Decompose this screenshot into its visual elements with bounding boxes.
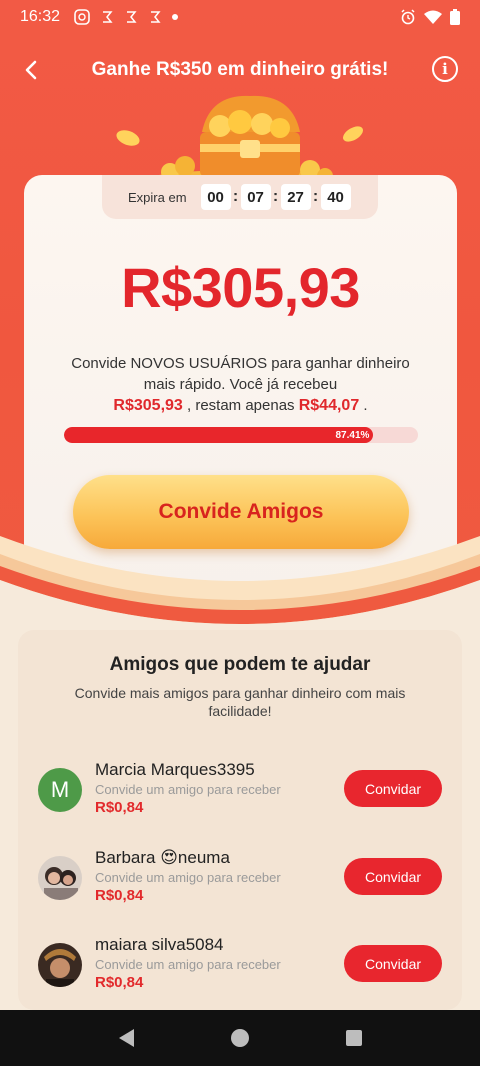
notification-app-icon xyxy=(127,11,137,23)
friend-row: maiara silva5084 Convide um amigo para r… xyxy=(38,935,448,995)
battery-icon xyxy=(450,9,460,25)
avatar: M xyxy=(38,768,82,812)
friends-title: Amigos que podem te ajudar xyxy=(109,654,371,675)
friend-row: Barbara 😍neuma Convide um amigo para rec… xyxy=(38,848,448,908)
timer-seconds: 27 xyxy=(280,184,311,210)
friend-row: M Marcia Marques3395 Convide um amigo pa… xyxy=(38,760,448,820)
nav-recents-icon[interactable] xyxy=(345,1030,362,1046)
page-title: Ganhe R$350 em dinheiro grátis! xyxy=(91,59,389,80)
progress-label: 87.41% xyxy=(335,429,370,441)
notification-dot-icon xyxy=(172,14,179,20)
description-end: . xyxy=(363,397,368,414)
countdown-timer: Expira em 00 : 07 : 27 : 40 xyxy=(102,175,378,219)
reward-description: Convide NOVOS USUÁRIOS para ganhar dinhe… xyxy=(70,353,411,416)
status-time: 16:32 xyxy=(20,8,61,25)
treasure-chest-illustration xyxy=(145,95,345,187)
invite-friend-button[interactable]: Convidar xyxy=(344,945,442,982)
description-middle: , restam apenas xyxy=(186,397,295,414)
friend-reward: R$0,84 xyxy=(95,974,144,991)
system-navigation-bar xyxy=(0,1010,480,1066)
invite-friends-label: Convide Amigos xyxy=(158,500,324,523)
received-amount: R$305,93 xyxy=(113,397,183,414)
friend-reward: R$0,84 xyxy=(95,799,144,816)
nav-home-icon[interactable] xyxy=(230,1029,249,1047)
friend-name: maiara silva5084 xyxy=(95,935,224,954)
friend-hint: Convide um amigo para receber xyxy=(95,957,281,972)
avatar xyxy=(38,856,82,900)
timer-minutes: 07 xyxy=(240,184,271,210)
notification-app-icon xyxy=(103,11,113,23)
timer-centis: 40 xyxy=(320,184,351,210)
app-header: Ganhe R$350 em dinheiro grátis! i xyxy=(0,48,480,92)
avatar xyxy=(38,943,82,987)
alarm-icon xyxy=(401,9,415,25)
invite-friend-button[interactable]: Convidar xyxy=(344,858,442,895)
wifi-icon xyxy=(424,10,442,24)
description-text: Convide NOVOS USUÁRIOS para ganhar dinhe… xyxy=(71,355,410,393)
info-icon[interactable]: i xyxy=(432,56,458,82)
friend-reward: R$0,84 xyxy=(95,887,144,904)
timer-hours: 00 xyxy=(200,184,231,210)
timer-label: Expira em xyxy=(128,189,187,205)
back-arrow-icon[interactable] xyxy=(18,56,46,84)
progress-fill: 87.41% xyxy=(64,427,374,443)
status-bar: 16:32 xyxy=(0,0,480,34)
remaining-amount: R$44,07 xyxy=(298,397,360,414)
reward-card: Expira em 00 : 07 : 27 : 40 R$305,93 Con… xyxy=(24,175,457,595)
friend-name: Barbara 😍neuma xyxy=(95,848,230,867)
friend-name: Marcia Marques3395 xyxy=(95,760,255,779)
notification-app-icon xyxy=(74,9,90,25)
friend-hint: Convide um amigo para receber xyxy=(95,782,281,797)
friend-hint: Convide um amigo para receber xyxy=(95,870,281,885)
status-right xyxy=(400,9,460,25)
nav-back-icon[interactable] xyxy=(118,1029,134,1047)
invite-friend-button[interactable]: Convidar xyxy=(344,770,442,807)
notification-app-icon xyxy=(151,11,161,23)
coin-icon xyxy=(343,126,363,142)
coin-icon xyxy=(116,130,140,146)
progress-bar: 87.41% xyxy=(64,427,418,443)
friends-subtitle: Convide mais amigos para ganhar dinheiro… xyxy=(74,685,406,719)
friends-panel: Amigos que podem te ajudar Convide mais … xyxy=(18,630,462,1010)
notification-icons xyxy=(74,9,179,25)
reward-amount: R$305,93 xyxy=(121,256,360,319)
